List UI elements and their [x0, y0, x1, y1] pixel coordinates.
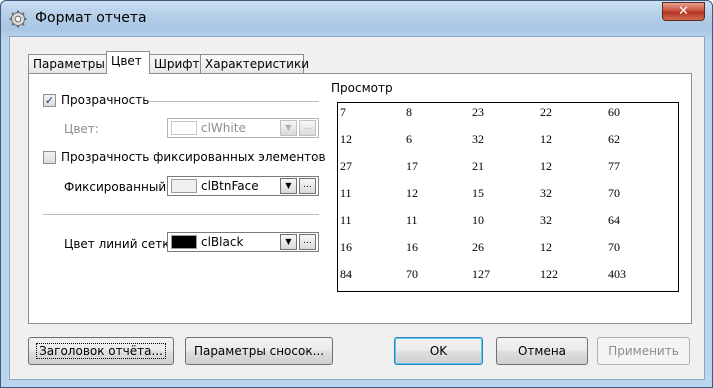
preview-cell: 11: [340, 213, 352, 227]
preview-cell: 70: [608, 240, 620, 254]
preview-cell: 10: [472, 213, 484, 227]
preview-cell: 70: [406, 267, 418, 281]
ellipsis-button[interactable]: ...: [299, 178, 316, 194]
transparency-label: Прозрачность: [61, 93, 150, 107]
tab-label: Характеристики: [205, 57, 310, 71]
tab-label: Шрифт: [154, 57, 200, 71]
preview-grid: 7 8 23 22 60 12 6 32 12 62 27 17 21 12 77 11 12 15 32 70 11 1…: [337, 102, 679, 292]
fixed-color-value: clBtnFace: [201, 179, 259, 193]
color-swatch: [171, 121, 197, 135]
color-select[interactable]: clWhite ▼ ...: [167, 118, 319, 138]
preview-cell: 8: [406, 105, 412, 119]
color-value: clWhite: [201, 121, 246, 135]
close-icon: ✕: [678, 4, 689, 19]
report-header-button[interactable]: Заголовок отчёта...: [28, 337, 174, 365]
preview-cell: 6: [406, 132, 412, 146]
preview-cell: 70: [608, 186, 620, 200]
fixed-transparency-label: Прозрачность фиксированных элементов: [61, 150, 326, 164]
grid-color-select[interactable]: clBlack ▼ ...: [167, 232, 319, 252]
chevron-down-icon[interactable]: ▼: [280, 120, 297, 136]
tab-label: Параметры: [33, 57, 105, 71]
grid-color-label-text: Цвет линий сетки: [64, 237, 178, 251]
preview-cell: 127: [472, 267, 490, 281]
grid-color-swatch: [171, 235, 197, 249]
footnote-params-button[interactable]: Параметры сносок...: [185, 337, 333, 365]
separator: [149, 101, 319, 102]
tab-font[interactable]: Шрифт: [149, 54, 201, 74]
preview-cell: 11: [406, 213, 418, 227]
tab-label: Цвет: [111, 54, 142, 68]
check-icon: ✓: [44, 94, 55, 107]
preview-cell: 7: [340, 105, 346, 119]
button-label: Применить: [608, 344, 679, 358]
preview-title: Просмотр: [331, 81, 393, 95]
grid-color-value: clBlack: [201, 235, 244, 249]
preview-cell: 32: [472, 132, 484, 146]
preview-cell: 16: [340, 240, 352, 254]
cancel-button[interactable]: Отмена: [496, 337, 588, 365]
color-tab-panel: ✓ Прозрачность Цвет: clWhite ▼ ... Прозр…: [28, 73, 692, 324]
preview-cell: 64: [608, 213, 620, 227]
separator: [43, 214, 319, 215]
separator: [313, 158, 319, 159]
preview-cell: 22: [540, 105, 552, 119]
transparency-checkbox[interactable]: ✓: [43, 94, 56, 107]
tab-characteristics[interactable]: Характеристики: [200, 54, 309, 74]
preview-cell: 12: [540, 132, 552, 146]
preview-cell: 32: [540, 186, 552, 200]
apply-button[interactable]: Применить: [597, 337, 690, 365]
preview-cell: 27: [340, 159, 352, 173]
title-bar[interactable]: Формат отчета ✕: [1, 1, 712, 35]
fixed-color-swatch: [171, 179, 197, 193]
preview-cell: 12: [540, 159, 552, 173]
preview-cell: 62: [608, 132, 620, 146]
gear-icon: [9, 10, 27, 28]
preview-cell: 84: [340, 267, 352, 281]
ellipsis-button[interactable]: ...: [299, 120, 316, 136]
preview-cell: 21: [472, 159, 484, 173]
chevron-down-icon[interactable]: ▼: [280, 178, 297, 194]
button-label: Заголовок отчёта...: [36, 343, 166, 359]
fixed-transparency-checkbox[interactable]: [43, 151, 56, 164]
chevron-down-icon[interactable]: ▼: [280, 234, 297, 250]
preview-cell: 12: [406, 186, 418, 200]
tab-color[interactable]: Цвет: [106, 51, 150, 74]
preview-cell: 122: [540, 267, 558, 281]
preview-cell: 11: [340, 186, 352, 200]
fixed-color-label: Фиксированный ц: [64, 180, 179, 194]
window-title: Формат отчета: [35, 10, 147, 26]
preview-cell: 15: [472, 186, 484, 200]
preview-cell: 77: [608, 159, 620, 173]
preview-cell: 17: [406, 159, 418, 173]
preview-cell: 403: [608, 267, 626, 281]
fixed-color-select[interactable]: clBtnFace ▼ ...: [167, 176, 319, 196]
button-label: Отмена: [517, 344, 567, 358]
preview-cell: 16: [406, 240, 418, 254]
preview-cell: 26: [472, 240, 484, 254]
preview-cell: 32: [540, 213, 552, 227]
dialog-body: Параметры Цвет Шрифт Характеристики ✓ Пр…: [9, 36, 705, 380]
ellipsis-button[interactable]: ...: [299, 234, 316, 250]
ok-button[interactable]: OK: [394, 337, 483, 365]
tab-parameters[interactable]: Параметры: [28, 54, 107, 74]
grid-color-label: Цвет линий сетки: [64, 237, 177, 251]
button-label: Параметры сносок...: [193, 344, 325, 358]
report-format-dialog: Формат отчета ✕ Параметры Цвет Шрифт Хар…: [0, 0, 713, 388]
color-label: Цвет:: [64, 122, 99, 136]
button-label: OK: [429, 344, 448, 358]
preview-cell: 23: [472, 105, 484, 119]
preview-cell: 12: [540, 240, 552, 254]
close-button[interactable]: ✕: [662, 2, 705, 21]
preview-cell: 60: [608, 105, 620, 119]
preview-cell: 12: [340, 132, 352, 146]
